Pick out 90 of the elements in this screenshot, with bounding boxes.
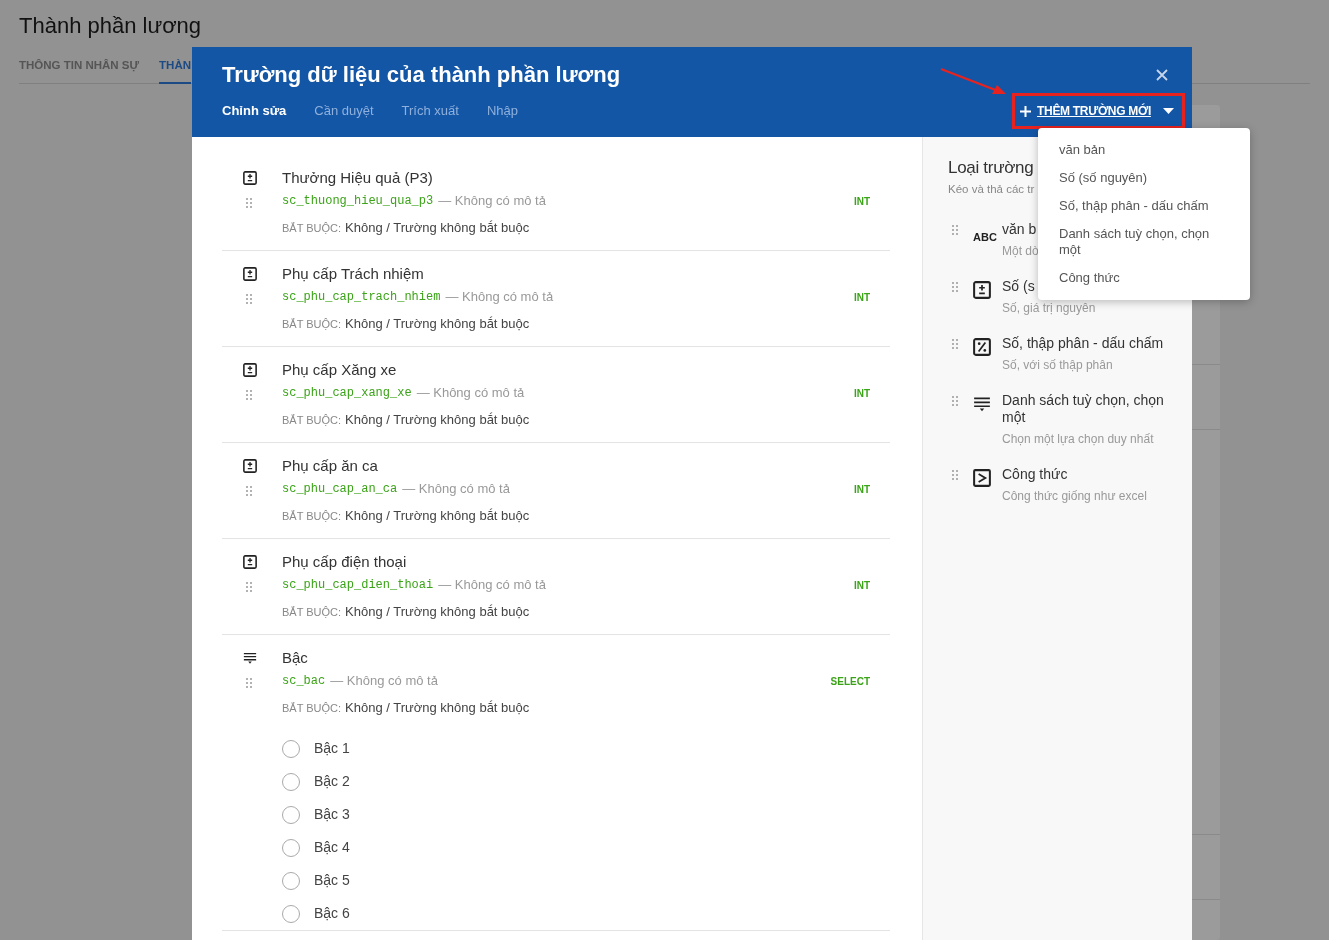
type-label: INT xyxy=(853,482,870,497)
type-label: SELECT xyxy=(830,674,870,689)
option-label: Bậc 6 xyxy=(314,904,350,923)
text-type-icon: ABC xyxy=(973,231,997,243)
tab[interactable]: Chỉnh sửa xyxy=(222,101,287,121)
field-name: Phụ cấp Trách nhiệm xyxy=(282,264,425,284)
field-code: sc_phu_cap_an_ca xyxy=(282,481,398,498)
plus-minus-icon xyxy=(243,363,257,377)
dialog-title: Trường dữ liệu của thành phần lương xyxy=(222,61,621,89)
field-type-description: Số, giá trị nguyên xyxy=(1002,300,1096,316)
required-value: Không / Trường không bắt buộc xyxy=(345,219,530,238)
arrow xyxy=(940,67,1008,97)
required-value: Không / Trường không bắt buộc xyxy=(345,315,530,334)
field-type-name: Công thức xyxy=(1002,466,1068,483)
drag-handle-icon[interactable] xyxy=(246,678,252,688)
field-code: sc_bac xyxy=(282,673,326,690)
menu-item[interactable]: Số (số nguyên) xyxy=(1038,164,1250,192)
plus-minus-icon xyxy=(243,267,257,281)
field-name: Phụ cấp ăn ca xyxy=(282,456,379,476)
drag-handle-icon[interactable] xyxy=(952,339,958,349)
field-type-description: Một dò xyxy=(1002,243,1039,259)
field-type-name: Số (s xyxy=(1002,278,1035,295)
field-description: — Không có mô tả xyxy=(416,384,525,403)
required-value: Không / Trường không bắt buộc xyxy=(345,507,530,526)
menu-item[interactable]: Số, thập phân - dấu chấm xyxy=(1038,192,1250,220)
required-value: Không / Trường không bắt buộc xyxy=(345,603,530,622)
field-name: Phụ cấp điện thoại xyxy=(282,552,408,572)
required-label: BẮT BUỘC: xyxy=(282,700,342,716)
drag-handle-icon[interactable] xyxy=(246,198,252,208)
required-label: BẮT BUỘC: xyxy=(282,508,342,524)
field-type-description: Công thức giống như excel xyxy=(1002,488,1147,504)
type-label: INT xyxy=(853,386,870,401)
field-description: — Không có mô tả xyxy=(402,480,510,499)
drag-handle-icon[interactable] xyxy=(246,390,252,400)
field-type-name: văn b xyxy=(1002,221,1037,238)
option-label: Bậc 2 xyxy=(314,772,350,791)
field-name: Bậc xyxy=(282,648,309,668)
type-label: INT xyxy=(853,290,870,305)
field-code: sc_thuong_hieu_qua_p3 xyxy=(282,193,434,210)
close-icon xyxy=(1156,69,1168,81)
drag-handle-icon[interactable] xyxy=(246,294,252,304)
field-type-name: Danh sách tuỳ chọn, chọn một xyxy=(1002,392,1165,426)
menu-item[interactable]: Công thức xyxy=(1038,264,1250,292)
required-label: BẮT BUỘC: xyxy=(282,220,342,236)
field-type-description: Số, với số thập phân xyxy=(1002,357,1113,373)
option-label: Bậc 4 xyxy=(314,838,350,857)
field-code: sc_phu_cap_trach_nhiem xyxy=(282,289,441,306)
option-label: Bậc 3 xyxy=(314,805,350,824)
field-description: — Không có mô tả xyxy=(330,672,438,691)
plus-minus-icon xyxy=(243,459,257,473)
required-label: BẮT BUỘC: xyxy=(282,412,342,428)
field-description: — Không có mô tả xyxy=(438,192,546,211)
field-name: Phụ cấp Xăng xe xyxy=(282,360,398,380)
field-type-description: Chọn một lựa chọn duy nhất xyxy=(1002,431,1154,447)
required-value: Không / Trường không bắt buộc xyxy=(345,411,530,430)
panel-title: Loại trường xyxy=(948,157,1034,179)
list-icon xyxy=(243,651,257,665)
field-name: Thưởng Hiệu quả (P3) xyxy=(282,168,434,188)
required-value: Không / Trường không bắt buộc xyxy=(345,699,530,718)
panel-subtitle: Kéo và thả các tr xyxy=(948,182,1035,197)
field-type-name: Số, thập phân - dấu chấm xyxy=(1002,335,1164,352)
field-description: — Không có mô tả xyxy=(438,576,546,595)
field-description: — Không có mô tả xyxy=(445,288,554,307)
drag-handle-icon[interactable] xyxy=(246,486,252,496)
plus-minus-icon xyxy=(243,555,257,569)
drag-handle-icon[interactable] xyxy=(952,282,958,292)
option-label: Bậc 5 xyxy=(314,871,350,890)
drag-handle-icon[interactable] xyxy=(246,582,252,592)
field-code: sc_phu_cap_dien_thoai xyxy=(282,577,434,594)
required-label: BẮT BUỘC: xyxy=(282,316,342,332)
type-label: INT xyxy=(853,194,870,209)
formula-icon xyxy=(973,469,991,487)
menu-item[interactable]: Danh sách tuỳ chọn, chọn một xyxy=(1038,220,1250,264)
menu-item[interactable]: văn bản xyxy=(1038,136,1250,164)
drag-handle-icon[interactable] xyxy=(952,225,958,235)
field-code: sc_phu_cap_xang_xe xyxy=(282,385,412,402)
drag-handle-icon[interactable] xyxy=(952,470,958,480)
drag-handle-icon[interactable] xyxy=(952,396,958,406)
page-title: Thành phần lương xyxy=(19,12,203,40)
plus-minus-icon xyxy=(243,171,257,185)
option-label: Bậc 1 xyxy=(314,739,350,758)
plus-minus-icon xyxy=(973,281,991,299)
plus-icon xyxy=(1020,105,1031,117)
percent-box-icon xyxy=(973,338,991,356)
required-label: BẮT BUỘC: xyxy=(282,604,342,620)
close-button[interactable] xyxy=(1154,67,1170,83)
add-field-button[interactable]: THÊM TRƯỜNG MỚI xyxy=(1012,93,1185,129)
type-label: INT xyxy=(853,578,870,593)
list-icon xyxy=(973,395,991,413)
caret-icon xyxy=(1162,108,1174,114)
